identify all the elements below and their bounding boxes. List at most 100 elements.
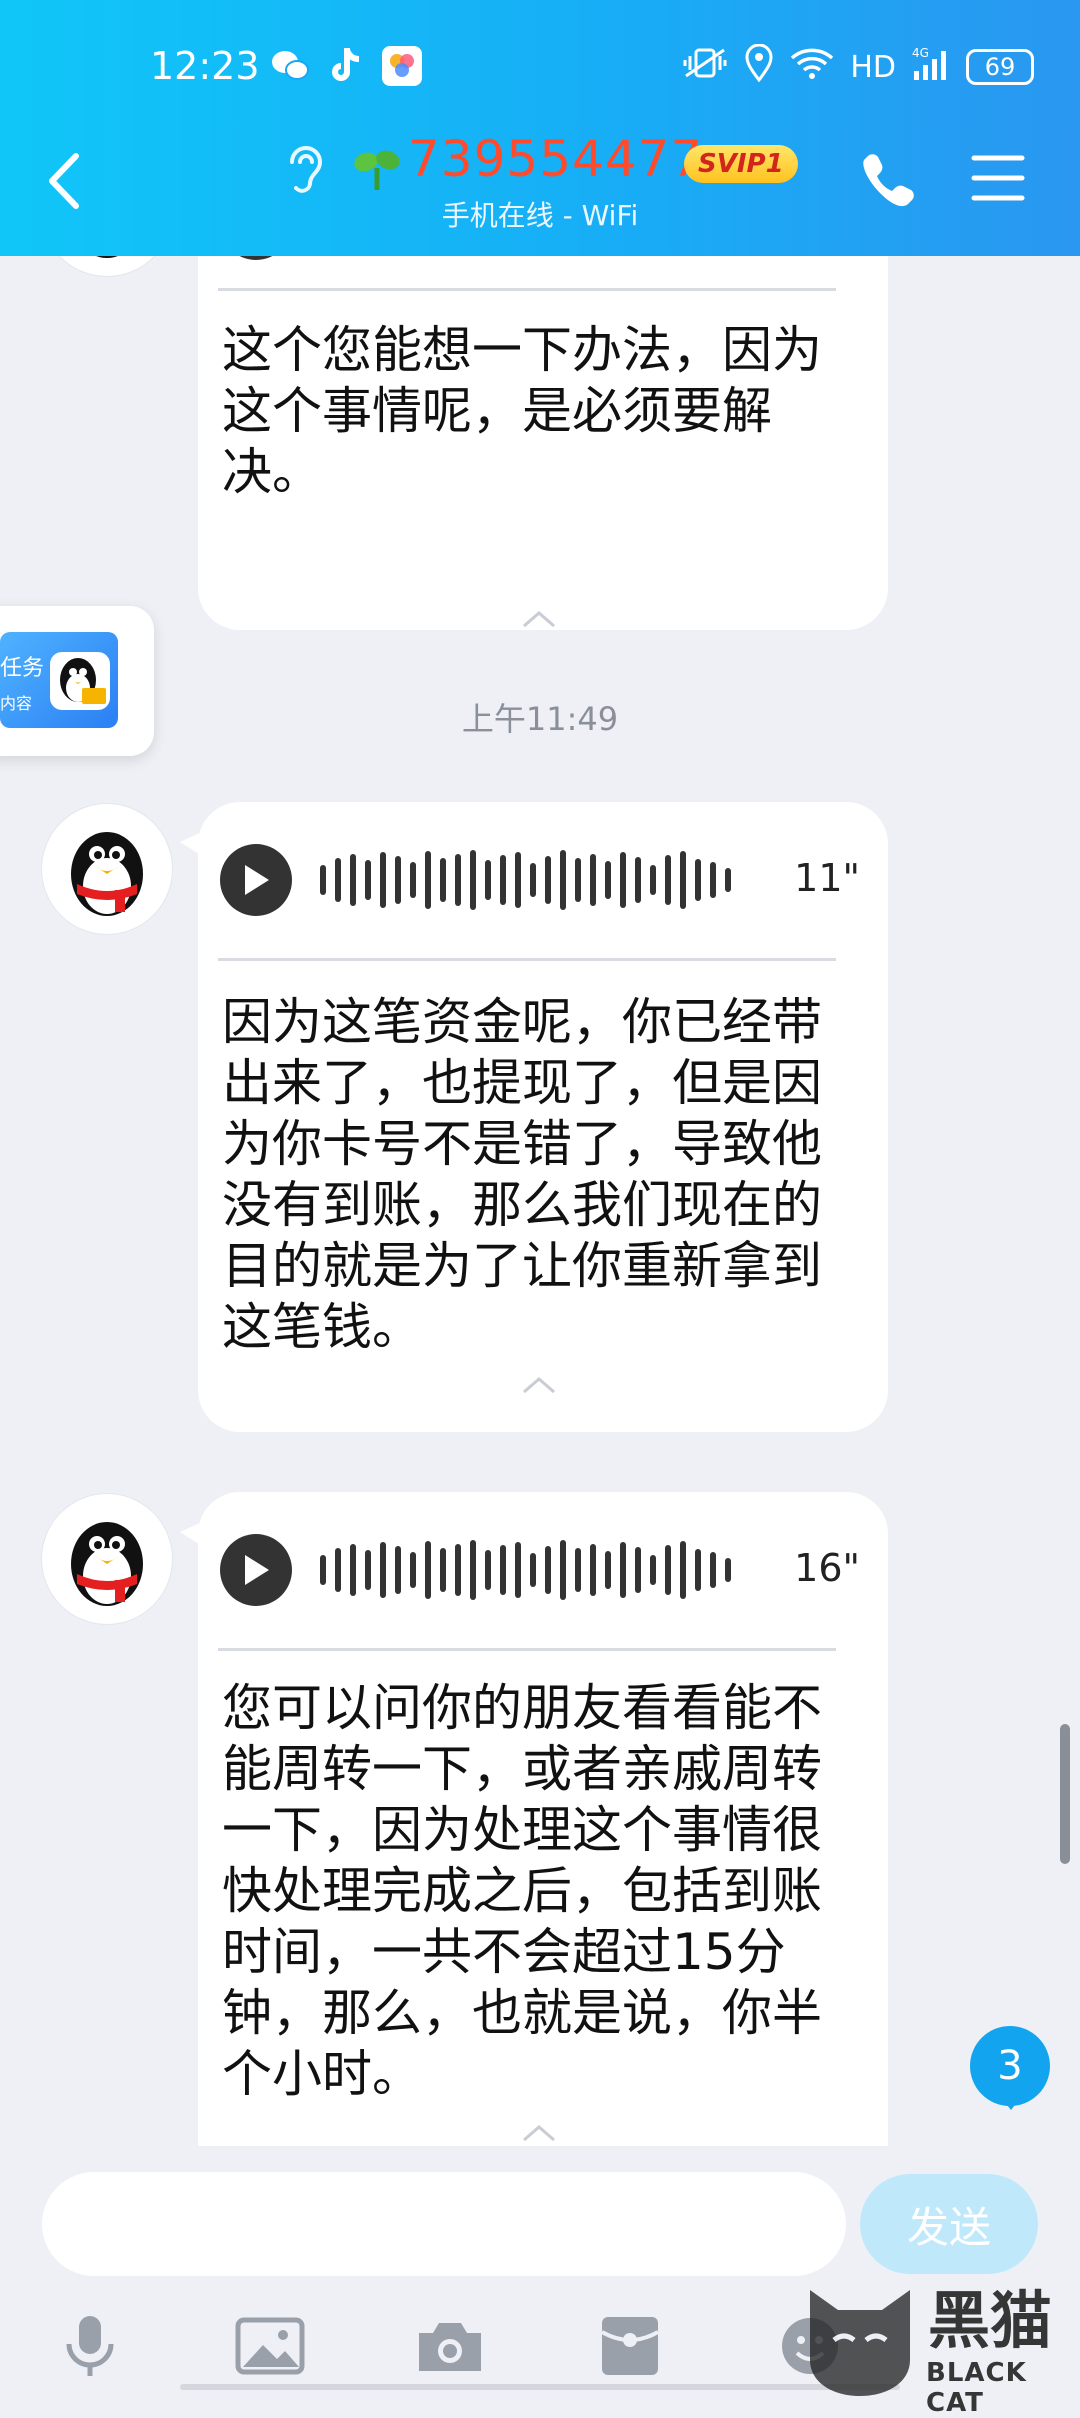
scrollbar-thumb[interactable]	[1060, 1724, 1070, 1864]
waveform-bar	[710, 1552, 716, 1588]
voice-message-bubble[interactable]: 11" 因为这笔资金呢，你已经带出来了，也提现了，但是因为你卡号不是错了，导致他…	[180, 802, 888, 1432]
waveform-bar	[725, 868, 731, 892]
penguin-avatar-icon	[71, 1522, 143, 1606]
status-bar: 12:23 HD 4G 69	[0, 0, 1080, 140]
waveform-bar	[425, 1541, 431, 1599]
voice-player[interactable]: 11"	[220, 840, 860, 920]
collapse-button[interactable]	[520, 608, 558, 634]
waveform-bar	[590, 854, 596, 906]
waveform-bar	[515, 852, 521, 908]
waveform-bar	[350, 1544, 356, 1596]
waveform-bar	[620, 852, 626, 908]
black-cat-logo-icon	[810, 2290, 910, 2396]
waveform-bar	[710, 862, 716, 898]
contact-id: 739554477	[408, 130, 704, 188]
vibrate-icon	[682, 46, 728, 88]
ear-icon[interactable]	[282, 140, 328, 200]
watermark-text: 黑猫	[928, 2284, 1053, 2357]
sprout-icon	[352, 146, 402, 196]
penguin-avatar-icon	[96, 256, 118, 258]
waveform-bar	[455, 1544, 461, 1596]
waveform-bar	[680, 1541, 686, 1599]
play-button[interactable]	[220, 1534, 292, 1606]
waveform-bar	[695, 859, 701, 901]
waveform-bar	[395, 1546, 401, 1594]
voice-player[interactable]: 16"	[220, 1530, 860, 1610]
waveform-bar	[605, 861, 611, 899]
waveform-icon	[320, 256, 740, 258]
waveform-bar	[365, 1550, 371, 1590]
send-button[interactable]: 发送	[860, 2174, 1038, 2274]
message-input[interactable]	[42, 2172, 846, 2276]
waveform-bar	[530, 1553, 536, 1587]
waveform-bar	[560, 1540, 566, 1600]
chat-message-list[interactable]: 4" 这个您能想一下办法，因为这个事情呢，是必须要解决。 任务 内容 上午11:…	[0, 256, 1080, 2146]
contact-avatar[interactable]	[42, 1494, 172, 1624]
play-button[interactable]	[220, 844, 292, 916]
phone-call-button[interactable]	[858, 150, 914, 214]
contact-avatar[interactable]	[42, 256, 172, 276]
waveform-bar	[335, 1548, 341, 1592]
waveform-bar	[485, 860, 491, 900]
blackcat-watermark: 黑猫 BLACK CAT	[800, 2270, 1080, 2418]
waveform-bar	[545, 1546, 551, 1594]
voice-message-bubble[interactable]: 16" 您可以问你的朋友看看能不能周转一下，或者亲戚周转一下，因为处理这个事情很…	[180, 1492, 888, 2146]
waveform-bar	[635, 857, 641, 903]
bubble-tail	[180, 832, 202, 856]
waveform-bar	[635, 1547, 641, 1593]
contact-avatar[interactable]	[42, 804, 172, 934]
waveform-bar	[320, 1555, 326, 1585]
task-label: 任务	[0, 656, 45, 681]
waveform-bar	[530, 863, 536, 897]
waveform-bar	[410, 1552, 416, 1588]
voice-player[interactable]: 4"	[220, 256, 860, 264]
waveform-bar	[725, 1558, 731, 1582]
waveform-bar	[545, 856, 551, 904]
collapse-button[interactable]	[520, 2122, 558, 2146]
status-time: 12:23	[150, 44, 260, 88]
waveform-bar	[440, 858, 446, 902]
waveform-bar	[350, 854, 356, 906]
play-icon	[245, 865, 269, 895]
online-status: 手机在线 - WiFi	[441, 199, 639, 232]
wifi-icon	[790, 46, 834, 88]
play-icon	[245, 1555, 269, 1585]
unread-count-badge[interactable]: 3	[970, 2026, 1050, 2106]
waveform-bar	[695, 1549, 701, 1591]
divider	[218, 1648, 836, 1651]
waveform-bar	[320, 865, 326, 895]
svg-text:4G: 4G	[912, 46, 929, 60]
red-packet-icon[interactable]	[585, 2306, 675, 2386]
waveform-bar	[620, 1542, 626, 1598]
message-timestamp: 上午11:49	[461, 700, 619, 738]
waveform-bar	[575, 1548, 581, 1592]
chevron-up-icon	[523, 2125, 555, 2142]
waveform-bar	[605, 1551, 611, 1589]
waveform-bar	[500, 1545, 506, 1595]
divider	[218, 288, 836, 291]
voice-message-bubble[interactable]: 4" 这个您能想一下办法，因为这个事情呢，是必须要解决。	[198, 256, 888, 630]
waveform-bar	[380, 1542, 386, 1598]
image-icon[interactable]	[225, 2306, 315, 2386]
voice-transcript: 您可以问你的朋友看看能不能周转一下，或者亲戚周转一下，因为处理这个事情很快处理完…	[222, 1679, 822, 2103]
badge-tail	[1000, 2096, 1022, 2110]
waveform-bar	[455, 854, 461, 906]
voice-transcript: 这个您能想一下办法，因为这个事情呢，是必须要解决。	[222, 321, 822, 501]
waveform-bar	[515, 1542, 521, 1598]
4g-signal-icon: 4G	[912, 45, 950, 89]
photos-icon	[382, 46, 422, 86]
waveform-bar	[470, 850, 476, 910]
play-button[interactable]	[220, 256, 292, 260]
tiktok-icon	[326, 46, 366, 86]
menu-button[interactable]	[970, 150, 1026, 210]
voice-duration: 11"	[794, 856, 860, 900]
waveform-bar	[500, 855, 506, 905]
svip-badge: SVIP1	[684, 145, 798, 183]
waveform-bar	[485, 1550, 491, 1590]
voice-transcript: 因为这笔资金呢，你已经带出来了，也提现了，但是因为你卡号不是错了，导致他没有到账…	[222, 993, 822, 1356]
waveform-bar	[425, 851, 431, 909]
collapse-button[interactable]	[520, 1374, 558, 1400]
camera-icon[interactable]	[405, 2306, 495, 2386]
waveform-bar	[395, 856, 401, 904]
microphone-icon[interactable]	[45, 2306, 135, 2386]
